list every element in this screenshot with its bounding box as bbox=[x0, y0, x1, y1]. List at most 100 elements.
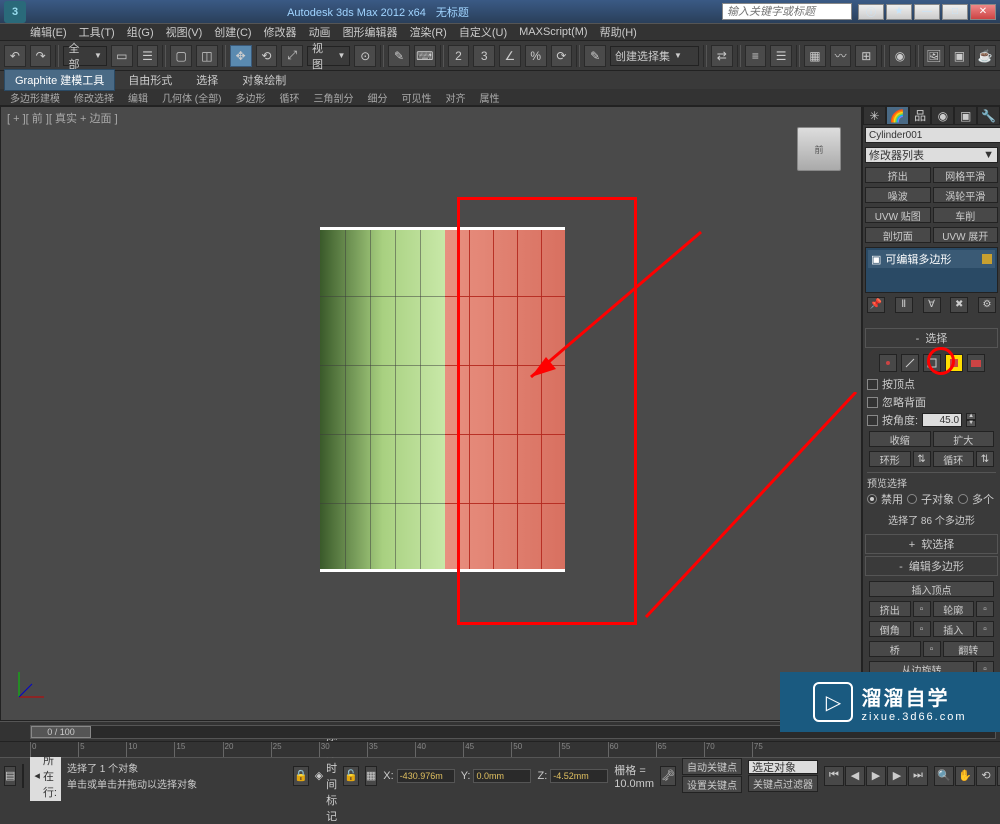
rsub-modsel[interactable]: 修改选择 bbox=[68, 89, 120, 105]
menu-view[interactable]: 视图(V) bbox=[166, 24, 203, 40]
app-icon[interactable]: 3 bbox=[4, 1, 26, 23]
radio-subobj[interactable] bbox=[907, 494, 917, 504]
rsub-subdiv[interactable]: 细分 bbox=[361, 89, 393, 105]
help-search-input[interactable] bbox=[722, 3, 852, 20]
stack-item-editpoly[interactable]: ▣ 可编辑多边形 bbox=[868, 250, 995, 268]
help-button[interactable]: ★ bbox=[886, 4, 912, 20]
stack-show-button[interactable]: Ⅱ bbox=[895, 297, 913, 313]
setkey-button[interactable]: 设置关键点 bbox=[682, 776, 742, 793]
preset-noise[interactable]: 噪波 bbox=[865, 187, 931, 203]
loop-button[interactable]: 循环 bbox=[933, 451, 975, 467]
select-name-button[interactable]: ☰ bbox=[137, 45, 159, 67]
ribbon-tab-modeling[interactable]: Graphite 建模工具 bbox=[4, 69, 115, 91]
goto-start-button[interactable]: ⏮ bbox=[824, 766, 844, 786]
rsub-props[interactable]: 属性 bbox=[473, 89, 505, 105]
angle-down[interactable]: ▼ bbox=[966, 420, 976, 427]
ribbon-tab-freeform[interactable]: 自由形式 bbox=[117, 69, 183, 91]
object-name-input[interactable] bbox=[865, 127, 1000, 143]
preset-uvwmap[interactable]: UVW 贴图 bbox=[865, 207, 931, 223]
prev-frame-button[interactable]: ◀ bbox=[845, 766, 865, 786]
manipulate-button[interactable]: ✎ bbox=[388, 45, 410, 67]
chk-ignore-back[interactable] bbox=[867, 397, 878, 408]
menu-graph[interactable]: 图形编辑器 bbox=[343, 24, 398, 40]
subobj-edge[interactable] bbox=[901, 354, 919, 372]
chk-by-angle[interactable] bbox=[867, 415, 878, 426]
shrink-button[interactable]: 收缩 bbox=[869, 431, 931, 447]
info-button[interactable]: ⓘ bbox=[858, 4, 884, 20]
goto-end-button[interactable]: ⏭ bbox=[908, 766, 928, 786]
select-button[interactable]: ▭ bbox=[111, 45, 133, 67]
angle-up[interactable]: ▲ bbox=[966, 413, 976, 420]
graphite-button[interactable]: ▦ bbox=[804, 45, 826, 67]
subobj-border[interactable] bbox=[923, 354, 941, 372]
outline-settings[interactable]: ▫ bbox=[976, 601, 994, 617]
redo-button[interactable]: ↷ bbox=[30, 45, 52, 67]
preset-turbosmooth[interactable]: 涡轮平滑 bbox=[933, 187, 999, 203]
rsub-loop[interactable]: 循环 bbox=[273, 89, 305, 105]
minimize-button[interactable]: — bbox=[914, 4, 940, 20]
menu-anim[interactable]: 动画 bbox=[309, 24, 331, 40]
bevel-settings[interactable]: ▫ bbox=[913, 621, 931, 637]
menu-modifiers[interactable]: 修改器 bbox=[264, 24, 297, 40]
close-button[interactable]: ✕ bbox=[970, 4, 996, 20]
rsub-vis[interactable]: 可见性 bbox=[395, 89, 437, 105]
percent-snap-button[interactable]: % bbox=[525, 45, 547, 67]
viewport-orbit-button[interactable]: ⟲ bbox=[976, 766, 996, 786]
preset-meshsmooth[interactable]: 网格平滑 bbox=[933, 167, 999, 183]
play-button[interactable]: ▶ bbox=[866, 766, 886, 786]
subobj-element[interactable] bbox=[967, 354, 985, 372]
inset-button[interactable]: 插入 bbox=[933, 621, 975, 637]
schematic-button[interactable]: ⊞ bbox=[855, 45, 877, 67]
viewport-label[interactable]: [ + ][ 前 ][ 真实 + 边面 ] bbox=[7, 110, 118, 126]
bridge-button[interactable]: 桥 bbox=[869, 641, 921, 657]
viewcube[interactable]: 前 bbox=[797, 127, 841, 171]
rsub-tri[interactable]: 三角剖分 bbox=[307, 89, 359, 105]
render-setup-button[interactable]: 🖼 bbox=[923, 45, 945, 67]
rollout-selection-header[interactable]: - 选择 bbox=[865, 328, 998, 348]
rsub-align[interactable]: 对齐 bbox=[439, 89, 471, 105]
menu-edit[interactable]: 编辑(E) bbox=[30, 24, 67, 40]
radio-multi[interactable] bbox=[958, 494, 968, 504]
rsub-geom[interactable]: 几何体 (全部) bbox=[156, 89, 227, 105]
stack-config-button[interactable]: ⚙ bbox=[978, 297, 996, 313]
ribbon-tab-paint[interactable]: 对象绘制 bbox=[231, 69, 297, 91]
preset-lathe[interactable]: 车削 bbox=[933, 207, 999, 223]
menu-render[interactable]: 渲染(R) bbox=[410, 24, 447, 40]
rollout-editpoly-header[interactable]: - 编辑多边形 bbox=[865, 556, 998, 576]
stack-pin-button[interactable]: 📌 bbox=[867, 297, 885, 313]
spinner-snap-button[interactable]: ⟳ bbox=[551, 45, 573, 67]
menu-group[interactable]: 组(G) bbox=[127, 24, 154, 40]
maximize-button[interactable]: □ bbox=[942, 4, 968, 20]
cmd-tab-utilities[interactable]: 🔧 bbox=[977, 106, 1000, 125]
inset-settings[interactable]: ▫ bbox=[976, 621, 994, 637]
autokey-button[interactable]: 自动关键点 bbox=[682, 758, 742, 775]
angle-spinner[interactable] bbox=[922, 413, 962, 427]
transform-type-button[interactable]: ▦ bbox=[365, 766, 377, 786]
bevel-button[interactable]: 倒角 bbox=[869, 621, 911, 637]
rsub-poly[interactable]: 多边形 bbox=[229, 89, 271, 105]
move-button[interactable]: ✥ bbox=[230, 45, 252, 67]
key-mode-button[interactable]: 🗝 bbox=[660, 766, 676, 786]
loop-spin[interactable]: ⇅ bbox=[976, 451, 994, 467]
angle-snap-button[interactable]: ∠ bbox=[499, 45, 521, 67]
viewport-pan-button[interactable]: ✋ bbox=[955, 766, 975, 786]
rotate-button[interactable]: ⟲ bbox=[256, 45, 278, 67]
ring-spin[interactable]: ⇅ bbox=[913, 451, 931, 467]
modifier-list-dropdown[interactable]: 修改器列表▼ bbox=[865, 147, 998, 163]
pivot-button[interactable]: ⊙ bbox=[354, 45, 376, 67]
extrude-button[interactable]: 挤出 bbox=[869, 601, 911, 617]
mirror-button[interactable]: ⇄ bbox=[711, 45, 733, 67]
time-handle[interactable]: 0 / 100 bbox=[31, 726, 91, 738]
cmd-tab-motion[interactable]: ◉ bbox=[931, 106, 954, 125]
selection-filter-dropdown[interactable]: 全部▼ bbox=[63, 46, 106, 66]
preset-extrude[interactable]: 挤出 bbox=[865, 167, 931, 183]
cmd-tab-hierarchy[interactable]: 品 bbox=[909, 106, 932, 125]
material-editor-button[interactable]: ◉ bbox=[889, 45, 911, 67]
menu-customize[interactable]: 自定义(U) bbox=[459, 24, 507, 40]
subobj-vertex[interactable] bbox=[879, 354, 897, 372]
stack-unique-button[interactable]: ∀ bbox=[923, 297, 941, 313]
stack-remove-button[interactable]: ✖ bbox=[950, 297, 968, 313]
insert-vertex-button[interactable]: 插入顶点 bbox=[869, 581, 994, 597]
ring-button[interactable]: 环形 bbox=[869, 451, 911, 467]
time-ruler[interactable]: 0 5 10 15 20 25 30 35 40 45 50 55 60 65 … bbox=[0, 741, 1000, 757]
